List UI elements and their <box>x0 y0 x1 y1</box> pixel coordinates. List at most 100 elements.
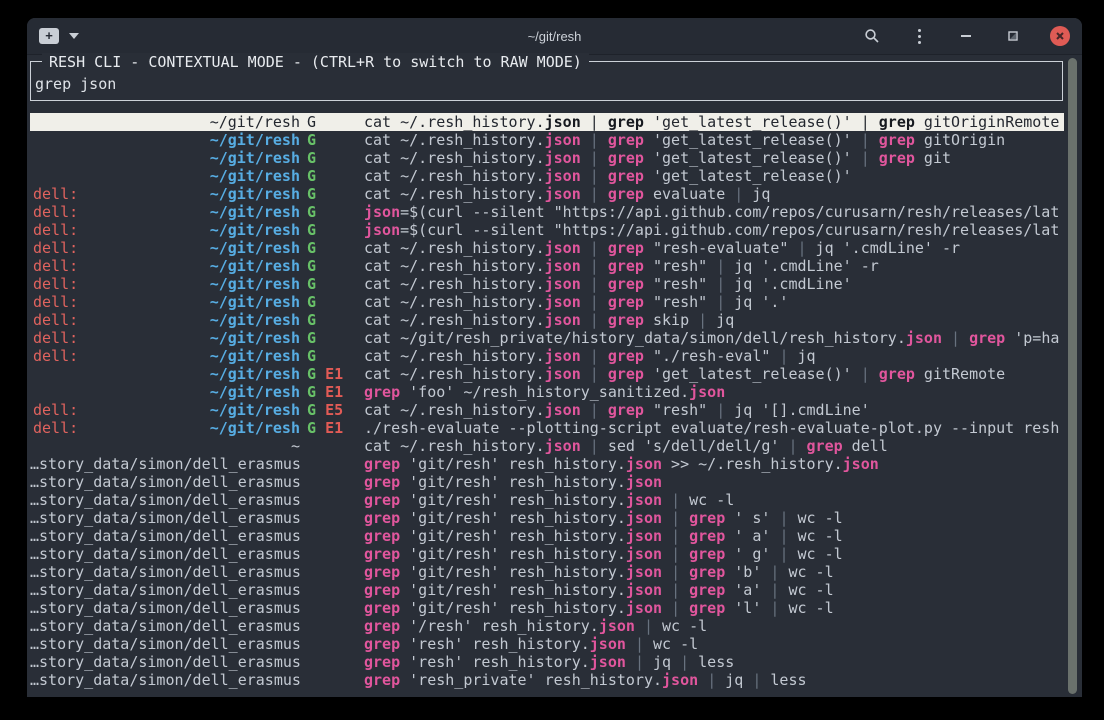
row-left-column: …story_data/simon/dell_erasmus <box>30 455 300 473</box>
row-left-column: …story_data/simon/dell_erasmus <box>30 581 300 599</box>
row-flags: G <box>300 131 364 149</box>
directory-label: ~/git/resh <box>210 131 300 149</box>
git-flag: G <box>307 293 316 311</box>
history-row[interactable]: ~/git/reshGcat ~/.resh_history.json | gr… <box>30 113 1064 131</box>
host-label: dell: <box>33 401 78 419</box>
row-flags <box>300 527 364 545</box>
directory-label: …story_data/simon/dell_erasmus <box>30 599 300 617</box>
row-flags: G E5 <box>300 401 364 419</box>
chevron-down-icon[interactable] <box>69 33 79 39</box>
row-flags: G <box>300 167 364 185</box>
row-left-column: dell:~/git/resh <box>30 311 300 329</box>
history-row[interactable]: dell:~/git/reshGcat ~/.resh_history.json… <box>30 275 1064 293</box>
git-flag: G <box>307 311 316 329</box>
history-row[interactable]: …story_data/simon/dell_erasmus grep 'git/… <box>30 545 1064 563</box>
history-row[interactable]: …story_data/simon/dell_erasmusgrep 'resh… <box>30 671 1064 689</box>
command-text: grep 'git/resh' resh_history.json <box>364 473 1064 491</box>
history-row[interactable]: ~cat ~/.resh_history.json | sed 's/dell/… <box>30 437 1064 455</box>
history-row[interactable]: dell:~/git/reshGjson=$(curl --silent "ht… <box>30 203 1064 221</box>
history-row[interactable]: …story_data/simon/dell_erasmus grep 'git/… <box>30 509 1064 527</box>
history-row[interactable]: ~/git/reshGcat ~/.resh_history.json | gr… <box>30 149 1064 167</box>
new-tab-button[interactable]: + <box>39 28 59 44</box>
host-label: dell: <box>33 419 78 437</box>
directory-label: ~/git/resh <box>210 149 300 167</box>
exit-status-flag: E1 <box>325 365 343 383</box>
directory-label: ~/git/resh <box>210 293 300 311</box>
directory-label: …story_data/simon/dell_erasmus <box>30 455 300 473</box>
history-row[interactable]: …story_data/simon/dell_erasmusgrep 'resh… <box>30 653 1064 671</box>
close-button[interactable] <box>1050 26 1070 46</box>
history-row[interactable]: …story_data/simon/dell_erasmusgrep 'git/… <box>30 473 1064 491</box>
history-row[interactable]: dell:~/git/reshGcat ~/.resh_history.json… <box>30 239 1064 257</box>
command-text: grep 'git/resh' resh_history.json | grep… <box>364 509 1064 527</box>
host-label: dell: <box>33 329 78 347</box>
menu-button[interactable] <box>909 26 929 46</box>
history-row[interactable]: dell:~/git/resh Gcat ~/.resh_history.json… <box>30 311 1064 329</box>
history-row[interactable]: dell:~/git/reshGcat ~/git/resh_private/h… <box>30 329 1064 347</box>
row-left-column: …story_data/simon/dell_erasmus <box>30 635 300 653</box>
row-left-column: ~ <box>30 437 300 455</box>
history-row[interactable]: …story_data/simon/dell_erasmusgrep '/res… <box>30 617 1064 635</box>
directory-label: ~/git/resh <box>210 167 300 185</box>
command-text: json=$(curl --silent "https://api.github… <box>364 203 1064 221</box>
git-flag: G <box>307 167 316 185</box>
titlebar: + ~/git/resh <box>27 18 1082 55</box>
directory-label: ~/git/resh <box>210 221 300 239</box>
directory-label: ~/git/resh <box>210 311 300 329</box>
history-row[interactable]: …story_data/simon/dell_erasmusgrep 'git/… <box>30 599 1064 617</box>
git-flag: G <box>307 203 316 221</box>
history-row[interactable]: ~/git/reshGcat ~/.resh_history.json | gr… <box>30 131 1064 149</box>
directory-label: …story_data/simon/dell_erasmus <box>30 581 300 599</box>
history-row[interactable]: dell:~/git/reshGcat ~/.resh_history.json… <box>30 293 1064 311</box>
history-row[interactable]: dell:~/git/reshG E1./resh-evaluate --plo… <box>30 419 1064 437</box>
history-row[interactable]: dell:~/git/reshGcat ~/.resh_history.json… <box>30 185 1064 203</box>
row-flags: G <box>300 329 364 347</box>
command-text: grep 'git/resh' resh_history.json | grep… <box>364 563 1064 581</box>
kebab-icon <box>918 29 921 44</box>
history-row[interactable]: ~/git/reshGcat ~/.resh_history.json | gr… <box>30 167 1064 185</box>
row-flags <box>300 545 364 563</box>
command-text: grep 'git/resh' resh_history.json | grep… <box>364 545 1064 563</box>
search-query-input[interactable]: RESH CLI - CONTEXTUAL MODE - (CTRL+R to … <box>30 61 1063 101</box>
history-row[interactable]: ~/git/reshG E1grep 'foo' ~/resh_history_… <box>30 383 1064 401</box>
host-label: dell: <box>33 203 78 221</box>
row-left-column: …story_data/simon/dell_erasmus <box>30 563 300 581</box>
row-flags <box>300 653 364 671</box>
history-row[interactable]: …story_data/simon/dell_erasmusgrep 'git/… <box>30 527 1064 545</box>
history-row[interactable]: dell:~/git/reshGjson=$(curl --silent "ht… <box>30 221 1064 239</box>
command-text: cat ~/.resh_history.json | grep "resh" |… <box>364 257 1064 275</box>
row-left-column: ~/git/resh <box>30 113 300 131</box>
git-flag: G <box>307 275 316 293</box>
git-flag: G <box>307 257 316 275</box>
row-left-column: ~/git/resh <box>30 131 300 149</box>
row-flags: G <box>300 221 364 239</box>
row-left-column: dell:~/git/resh <box>30 275 300 293</box>
history-row[interactable]: ~/git/reshG E1cat ~/.resh_history.json |… <box>30 365 1064 383</box>
restore-button[interactable] <box>1003 26 1023 46</box>
command-text: cat ~/.resh_history.json | grep skip | j… <box>364 311 1064 329</box>
exit-status-flag: E1 <box>325 419 343 437</box>
scrollbar-thumb[interactable] <box>1068 58 1077 694</box>
history-row[interactable]: …story_data/simon/dell_erasmusgrep 'resh… <box>30 635 1064 653</box>
row-left-column: dell:~/git/resh <box>30 347 300 365</box>
history-row[interactable]: …story_data/simon/dell_erasmusgrep 'git/… <box>30 491 1064 509</box>
row-flags: G <box>300 149 364 167</box>
history-row[interactable]: dell:~/git/reshGcat ~/.resh_history.json… <box>30 347 1064 365</box>
minimize-button[interactable] <box>956 26 976 46</box>
search-button[interactable] <box>862 26 882 46</box>
row-left-column: …story_data/simon/dell_erasmus <box>30 527 300 545</box>
directory-label: ~/git/resh <box>210 239 300 257</box>
row-left-column: …story_data/simon/dell_erasmus <box>30 509 300 527</box>
row-flags <box>300 473 364 491</box>
row-left-column: dell:~/git/resh <box>30 329 300 347</box>
command-text: grep 'git/resh' resh_history.json | wc -… <box>364 491 1064 509</box>
history-row[interactable]: …story_data/simon/dell_erasmusgrep 'git/… <box>30 455 1064 473</box>
history-row[interactable]: …story_data/simon/dell_erasmus grep 'git/… <box>30 563 1064 581</box>
directory-label: …story_data/simon/dell_erasmus <box>30 635 300 653</box>
git-flag: G <box>307 131 316 149</box>
history-row[interactable]: dell:~/git/reshGcat ~/.resh_history.json… <box>30 257 1064 275</box>
history-row[interactable]: dell:~/git/reshG E5cat ~/.resh_history.j… <box>30 401 1064 419</box>
directory-label: …story_data/simon/dell_erasmus <box>30 545 300 563</box>
row-flags <box>300 437 364 455</box>
history-row[interactable]: …story_data/simon/dell_erasmusgrep 'git/… <box>30 581 1064 599</box>
